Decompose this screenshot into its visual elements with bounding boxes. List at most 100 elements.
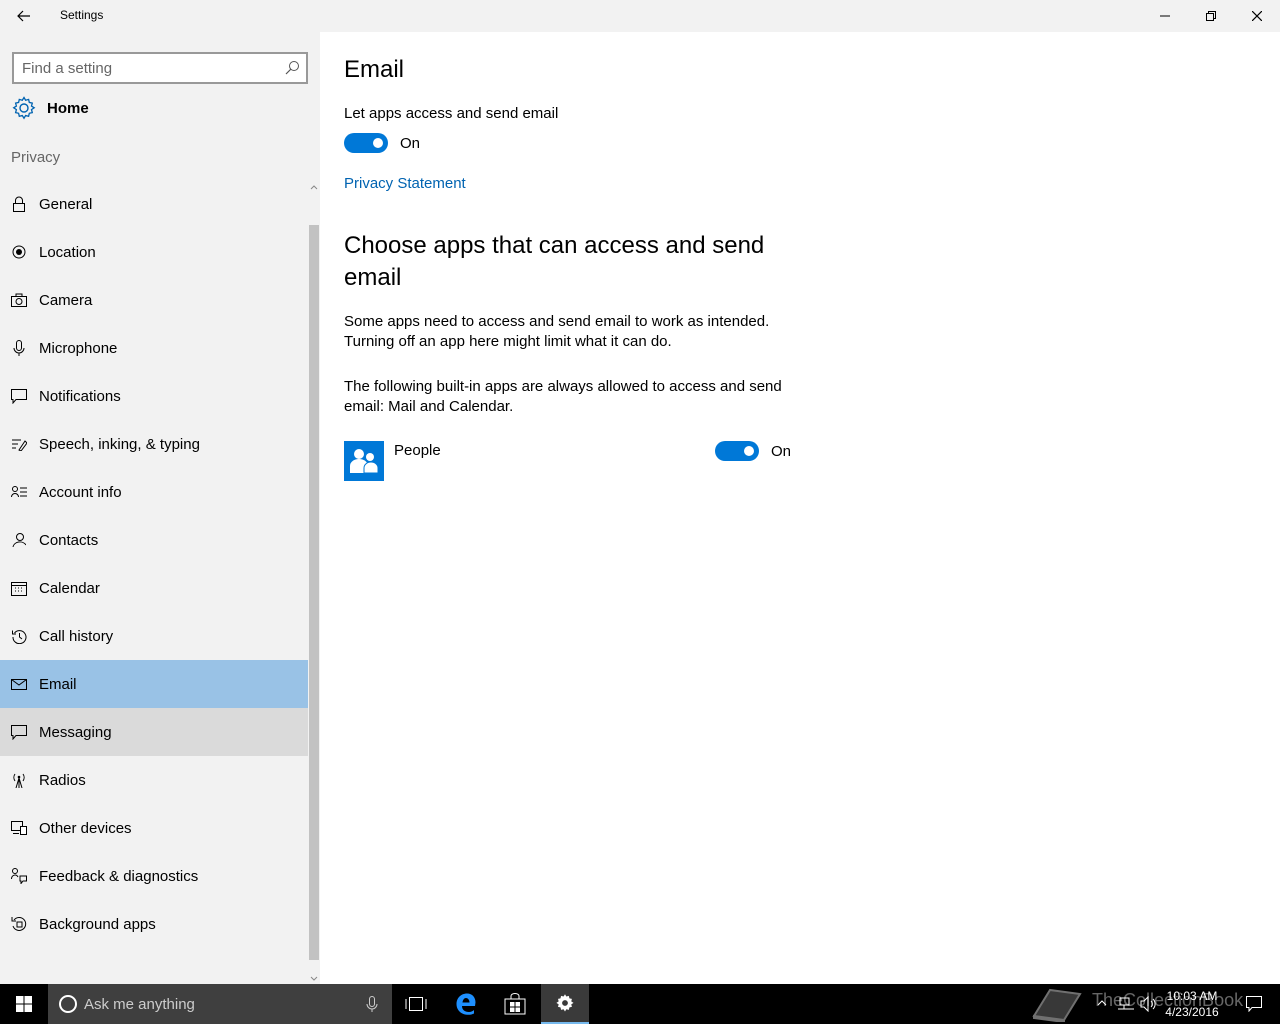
privacy-statement-link[interactable]: Privacy Statement	[344, 175, 466, 192]
page-title: Email	[344, 56, 405, 83]
sidebar-item-location[interactable]: Location	[0, 228, 308, 276]
people-app-toggle-state: On	[771, 443, 792, 460]
messaging-icon	[11, 724, 27, 740]
search-box[interactable]	[12, 52, 308, 84]
sidebar-item-label: Call history	[39, 627, 114, 645]
sidebar-item-label: Other devices	[39, 819, 132, 837]
sidebar-item-contacts[interactable]: Contacts	[0, 516, 308, 564]
cortana-search-box[interactable]: Ask me anything	[48, 984, 392, 1024]
action-center-button[interactable]	[1234, 984, 1274, 1024]
sidebar-item-label: Speech, inking, & typing	[39, 435, 200, 453]
lock-icon	[11, 196, 27, 212]
built-in-apps-note: The following built-in apps are always a…	[344, 378, 782, 415]
sidebar-item-background-apps[interactable]: Background apps	[0, 900, 308, 948]
notifications-icon	[11, 388, 27, 404]
sidebar-item-label: Account info	[39, 483, 122, 501]
book-icon	[1032, 988, 1082, 1024]
people-app-icon	[344, 441, 384, 481]
sidebar-item-label: Email	[39, 675, 77, 693]
search-icon[interactable]	[284, 60, 300, 76]
privacy-nav-list: General Location Camera Microphone Notif…	[0, 180, 308, 948]
people-app-toggle[interactable]	[715, 441, 759, 461]
sidebar-item-label: Radios	[39, 771, 86, 789]
background-apps-icon	[11, 916, 27, 932]
sidebar-item-email[interactable]: Email	[0, 660, 308, 708]
cortana-placeholder: Ask me anything	[84, 996, 195, 1013]
back-arrow-icon	[17, 10, 30, 22]
email-access-toggle-state: On	[400, 135, 421, 152]
email-icon	[11, 676, 27, 692]
sidebar-item-label: Contacts	[39, 531, 99, 549]
start-button[interactable]	[0, 984, 48, 1024]
section-label-privacy: Privacy	[11, 149, 61, 166]
minimize-button[interactable]	[1142, 0, 1188, 32]
volume-icon[interactable]	[1140, 996, 1158, 1012]
app-row-people: People On	[344, 441, 804, 481]
scroll-up-button[interactable]	[308, 180, 320, 192]
restore-icon	[1206, 11, 1216, 21]
store-button[interactable]	[491, 984, 539, 1024]
close-button[interactable]	[1234, 0, 1280, 32]
microphone-icon[interactable]	[366, 996, 378, 1012]
taskbar: Ask me anything TheCollectionBook 10:03 …	[0, 984, 1280, 1024]
close-icon	[1252, 11, 1262, 21]
action-center-icon	[1246, 996, 1262, 1012]
sidebar-item-camera[interactable]: Camera	[0, 276, 308, 324]
chevron-up-icon[interactable]	[1096, 997, 1108, 1009]
sidebar-item-notifications[interactable]: Notifications	[0, 372, 308, 420]
sidebar-item-label: Background apps	[39, 915, 156, 933]
feedback-icon	[11, 868, 27, 884]
sidebar-item-label: Notifications	[39, 387, 121, 405]
sidebar-item-call-history[interactable]: Call history	[0, 612, 308, 660]
app-name: People	[394, 442, 441, 459]
sidebar-item-radios[interactable]: Radios	[0, 756, 308, 804]
speech-icon	[11, 436, 27, 452]
clock[interactable]: 10:03 AM 4/23/2016	[1160, 988, 1224, 1020]
sidebar-item-speech[interactable]: Speech, inking, & typing	[0, 420, 308, 468]
sidebar-item-microphone[interactable]: Microphone	[0, 324, 308, 372]
back-button[interactable]	[8, 4, 40, 28]
contacts-icon	[11, 532, 27, 548]
gear-icon	[12, 96, 36, 120]
cortana-icon	[59, 995, 77, 1013]
clock-date: 4/23/2016	[1165, 1005, 1219, 1019]
other-devices-icon	[11, 820, 27, 836]
email-access-toggle[interactable]	[344, 133, 388, 153]
sidebar-item-calendar[interactable]: Calendar	[0, 564, 308, 612]
home-link[interactable]: Home	[12, 96, 308, 120]
windows-logo-icon	[16, 996, 32, 1012]
sidebar-item-general[interactable]: General	[0, 180, 308, 228]
restore-button[interactable]	[1188, 0, 1234, 32]
sidebar-item-label: Calendar	[39, 579, 100, 597]
apps-description: Some apps need to access and send email …	[344, 313, 770, 350]
toggle-knob	[744, 446, 754, 456]
camera-icon	[11, 292, 27, 308]
sidebar-item-other-devices[interactable]: Other devices	[0, 804, 308, 852]
toggle-knob	[373, 138, 383, 148]
edge-icon	[456, 993, 476, 1015]
task-view-button[interactable]	[392, 984, 440, 1024]
gear-icon	[556, 994, 574, 1012]
sidebar: Home Privacy General Location Camera Mic…	[0, 32, 320, 984]
store-icon	[504, 993, 526, 1015]
email-access-label: Let apps access and send email	[344, 105, 559, 122]
window-title: Settings	[60, 8, 104, 22]
sidebar-item-account-info[interactable]: Account info	[0, 468, 308, 516]
location-icon	[11, 244, 27, 260]
home-label: Home	[47, 99, 89, 117]
sidebar-item-feedback[interactable]: Feedback & diagnostics	[0, 852, 308, 900]
radios-icon	[11, 772, 27, 788]
network-icon[interactable]	[1118, 996, 1134, 1012]
edge-button[interactable]	[442, 984, 490, 1024]
search-input[interactable]	[22, 58, 272, 78]
scroll-down-button[interactable]	[308, 972, 320, 984]
sidebar-item-label: Messaging	[39, 723, 112, 741]
sidebar-item-label: Location	[39, 243, 96, 261]
sidebar-item-messaging[interactable]: Messaging	[0, 708, 308, 756]
settings-taskbar-button[interactable]	[541, 984, 589, 1024]
scrollbar-thumb[interactable]	[309, 225, 319, 960]
clock-time: 10:03 AM	[1166, 989, 1218, 1003]
minimize-icon	[1160, 15, 1170, 17]
sidebar-item-label: Feedback & diagnostics	[39, 867, 199, 885]
title-bar: Settings	[0, 0, 1280, 32]
